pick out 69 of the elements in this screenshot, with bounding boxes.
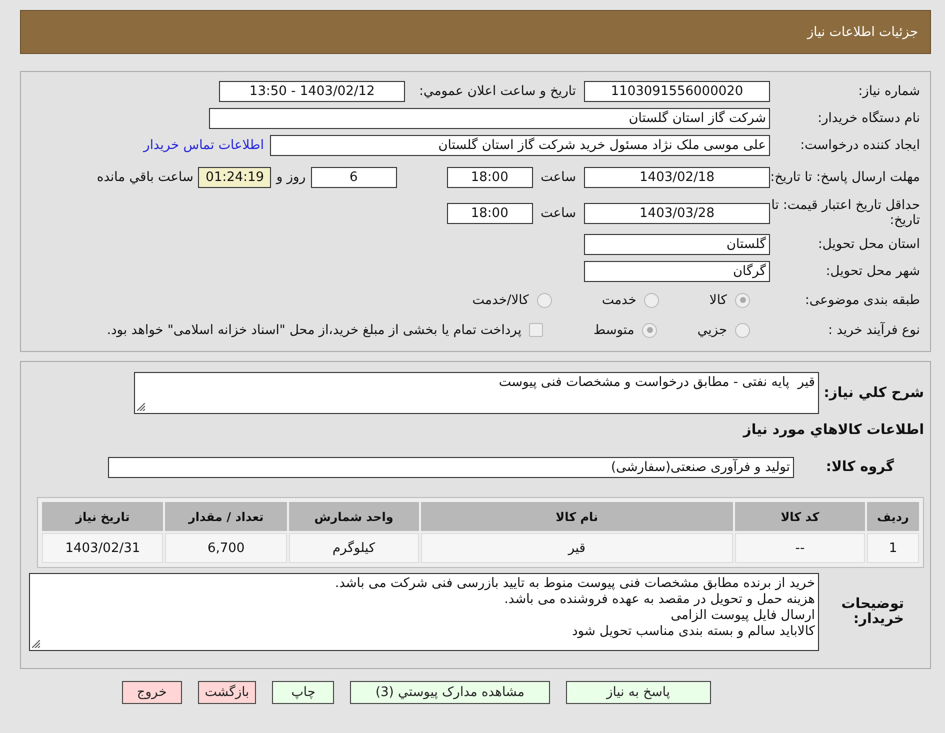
days-field: 6: [310, 166, 397, 188]
action-button[interactable]: پاسخ به نیاز: [566, 681, 711, 704]
field-label: مهلت ارسال پاسخ: تا تاریخ:: [770, 170, 920, 184]
field-label: ساعت: [540, 206, 576, 220]
deadline-date-field: 1403/02/18: [584, 166, 770, 188]
note-line: هزینه حمل و تحویل در مقصد به عهده فروشنده می باشد.: [503, 592, 815, 608]
note-line: ارسال فایل پیوست الزامی: [670, 608, 815, 624]
province-field: گلستان: [584, 234, 770, 255]
goods-group-field: تولید و فرآوری صنعتی(سفارشی): [108, 456, 794, 478]
radio-label: جزيي: [697, 322, 727, 338]
city-field: گرگان: [584, 261, 770, 282]
radio-button[interactable]: [735, 292, 750, 308]
table-cell: --: [734, 533, 865, 563]
column-header: ردیف: [866, 502, 919, 531]
action-button[interactable]: خروج: [122, 681, 182, 704]
remaining-time-field: 01:24:19: [198, 166, 272, 188]
section-heading: اطلاعات كالاهاي مورد نياز: [743, 422, 924, 438]
radio-label: خدمت: [602, 292, 636, 308]
buyer-field: شرکت گاز استان گلستان: [209, 108, 770, 129]
announce-date-field: 1403/02/12 - 13:50: [219, 81, 406, 102]
column-header: واحد شمارش: [288, 502, 419, 531]
deadline-time-field: 18:00: [446, 166, 533, 188]
buyer-contact-link[interactable]: اطلاعات تماس خریدار: [144, 138, 264, 153]
column-header: تعداد / مقدار: [165, 502, 287, 531]
table-cell: 6,700: [165, 533, 287, 563]
page-title: جزئیات اطلاعات نیاز: [807, 24, 918, 40]
radio-label: کالا/خدمت: [472, 292, 529, 308]
radio-button[interactable]: [644, 292, 660, 308]
column-header: کد کالا: [734, 502, 865, 531]
radio-label: متوسط: [593, 322, 634, 338]
field-label: ساعت: [540, 170, 576, 184]
field-label: تاریخ و ساعت اعلان عمومي:: [419, 84, 576, 99]
field-label: شماره نیاز:: [857, 84, 920, 99]
description-field: قیر پایه نفتی - مطابق درخواست و مشخصات فنی پیوست: [134, 372, 819, 414]
action-button[interactable]: مشاهده مدارک پیوستي (3): [350, 681, 550, 704]
table-cell: 1: [866, 533, 919, 563]
field-label: استان محل تحویل:: [817, 237, 920, 252]
validity-time-field: 18:00: [446, 202, 533, 224]
action-button[interactable]: چاپ: [272, 681, 334, 704]
column-header: تاریخ نیاز: [42, 502, 164, 531]
resize-grip-icon[interactable]: [137, 403, 145, 411]
field-label: نام دستگاه خریدار:: [816, 111, 920, 126]
column-header: نام کالا: [420, 502, 733, 531]
radio-label: کالا: [709, 292, 727, 308]
field-label: شرح كلي نياز:: [822, 386, 924, 400]
field-label: گروه کالا:: [824, 460, 895, 474]
radio-button[interactable]: [642, 322, 658, 338]
creator-field: علی موسی ملک نژاد مسئول خرید شرکت گاز استان گلستان: [270, 135, 770, 156]
field-label: توضیحات خریدار:: [840, 597, 905, 627]
field-label: نوع فرآیند خرید :: [827, 322, 920, 338]
checkbox[interactable]: [529, 323, 544, 337]
note-line: کالاباید سالم و بسته بندی مناسب تحویل شود: [571, 624, 815, 640]
resize-grip-icon[interactable]: [32, 640, 40, 648]
radio-button[interactable]: [735, 322, 750, 338]
need-number-field: 1103091556000020: [584, 81, 770, 102]
treasury-label: پرداخت تمام یا بخشی از مبلغ خرید،از محل "اسناد خزانه اسلامی" خواهد بود.: [106, 322, 522, 338]
field-label: شهر محل تحویل:: [824, 264, 920, 279]
field-label: حداقل تاریخ اعتبار قیمت: تا تاریخ:: [770, 198, 920, 228]
radio-button[interactable]: [536, 292, 552, 308]
table-cell: قیر: [420, 533, 733, 563]
note-line: خرید از برنده مطابق مشخصات فنی پیوست منوط به تایید بازرسی فنی شرکت می باشد.: [334, 576, 815, 592]
validity-date-field: 1403/03/28: [584, 202, 770, 224]
field-label: ایجاد کننده درخواست:: [799, 138, 920, 153]
remaining-label: ساعت باقي مانده: [96, 170, 194, 184]
action-button[interactable]: بازگشت: [198, 681, 256, 704]
field-label: طبقه بندی موضوعی:: [804, 292, 920, 308]
days-label: روز و: [276, 170, 306, 184]
table-cell: کیلوگرم: [288, 533, 419, 563]
table-cell: 1403/02/31: [42, 533, 164, 563]
